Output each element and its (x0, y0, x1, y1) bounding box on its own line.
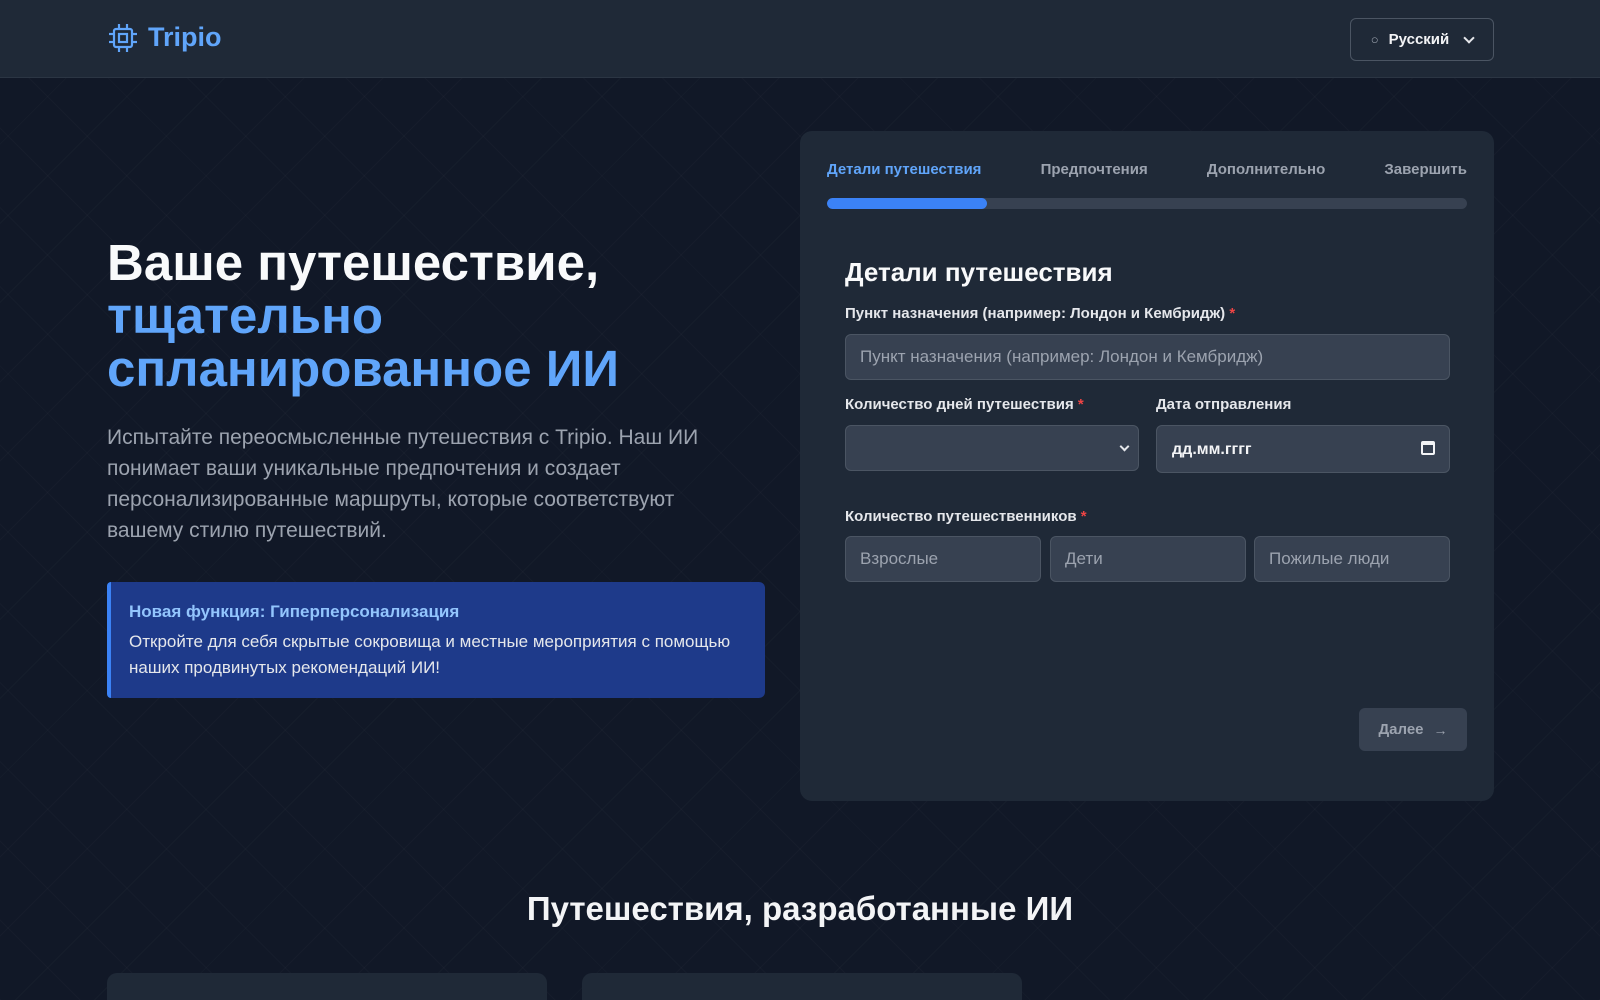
travelers-label: Количество путешественников * (845, 508, 1087, 525)
arrow-right-icon: → (1433, 721, 1448, 738)
next-button[interactable]: Далее → (1359, 708, 1467, 751)
required-mark: * (1077, 396, 1084, 413)
logo-text: Tripio (148, 22, 222, 52)
section-title: Путешествия, разработанные ИИ (526, 890, 1074, 927)
step-additional[interactable]: Дополнительно (1207, 161, 1325, 178)
destination-input[interactable] (845, 334, 1450, 380)
form-title: Детали путешествия (845, 257, 1113, 287)
children-input[interactable] (1050, 536, 1246, 582)
top-navbar: Tripio ○ Русский (0, 0, 1600, 78)
progress-bar (827, 198, 1467, 209)
feature-title: Новая функция: Гиперперсонализация (129, 602, 460, 621)
date-placeholder: дд.мм.гггг (1172, 441, 1252, 458)
hero-description: Испытайте переосмысленные путешествия с … (107, 426, 699, 542)
calendar-icon[interactable] (1421, 441, 1435, 455)
departure-label: Дата отправления (1156, 396, 1292, 413)
step-finish[interactable]: Завершить (1384, 161, 1467, 178)
next-label: Далее (1378, 721, 1424, 738)
chevron-down-icon (1463, 31, 1475, 44)
language-selector[interactable]: ○ Русский (1350, 18, 1494, 61)
trip-card[interactable] (582, 973, 1022, 1000)
required-mark: * (1229, 305, 1236, 322)
trip-wizard-card: Детали путешествия Предпочтения Дополнит… (800, 131, 1494, 801)
logo[interactable]: Tripio (108, 22, 222, 53)
adults-input[interactable] (845, 536, 1041, 582)
days-select[interactable] (845, 425, 1139, 471)
trip-card[interactable] (107, 973, 547, 1000)
wizard-steps: Детали путешествия Предпочтения Дополнит… (827, 161, 1467, 178)
globe-icon: ○ (1370, 32, 1379, 47)
hero-title-main: Ваше путешествие, (107, 234, 600, 291)
step-preferences[interactable]: Предпочтения (1041, 161, 1148, 178)
cpu-chip-icon (108, 23, 138, 53)
chevron-down-icon (1119, 441, 1130, 452)
seniors-input[interactable] (1254, 536, 1450, 582)
step-trip-details[interactable]: Детали путешествия (827, 161, 981, 178)
language-label: Русский (1388, 31, 1450, 48)
days-label: Количество дней путешествия * (845, 396, 1084, 413)
progress-fill (827, 198, 987, 209)
feature-text: Откройте для себя скрытые сокровища и ме… (129, 632, 731, 677)
hero-title: Ваше путешествие, тщательно спланированн… (107, 236, 767, 395)
departure-date-input[interactable]: дд.мм.гггг (1156, 425, 1450, 473)
hero-title-accent: тщательно спланированное ИИ (107, 287, 620, 397)
required-mark: * (1080, 508, 1087, 525)
destination-label: Пункт назначения (например: Лондон и Кем… (845, 305, 1236, 322)
feature-callout: Новая функция: Гиперперсонализация Откро… (107, 582, 765, 698)
